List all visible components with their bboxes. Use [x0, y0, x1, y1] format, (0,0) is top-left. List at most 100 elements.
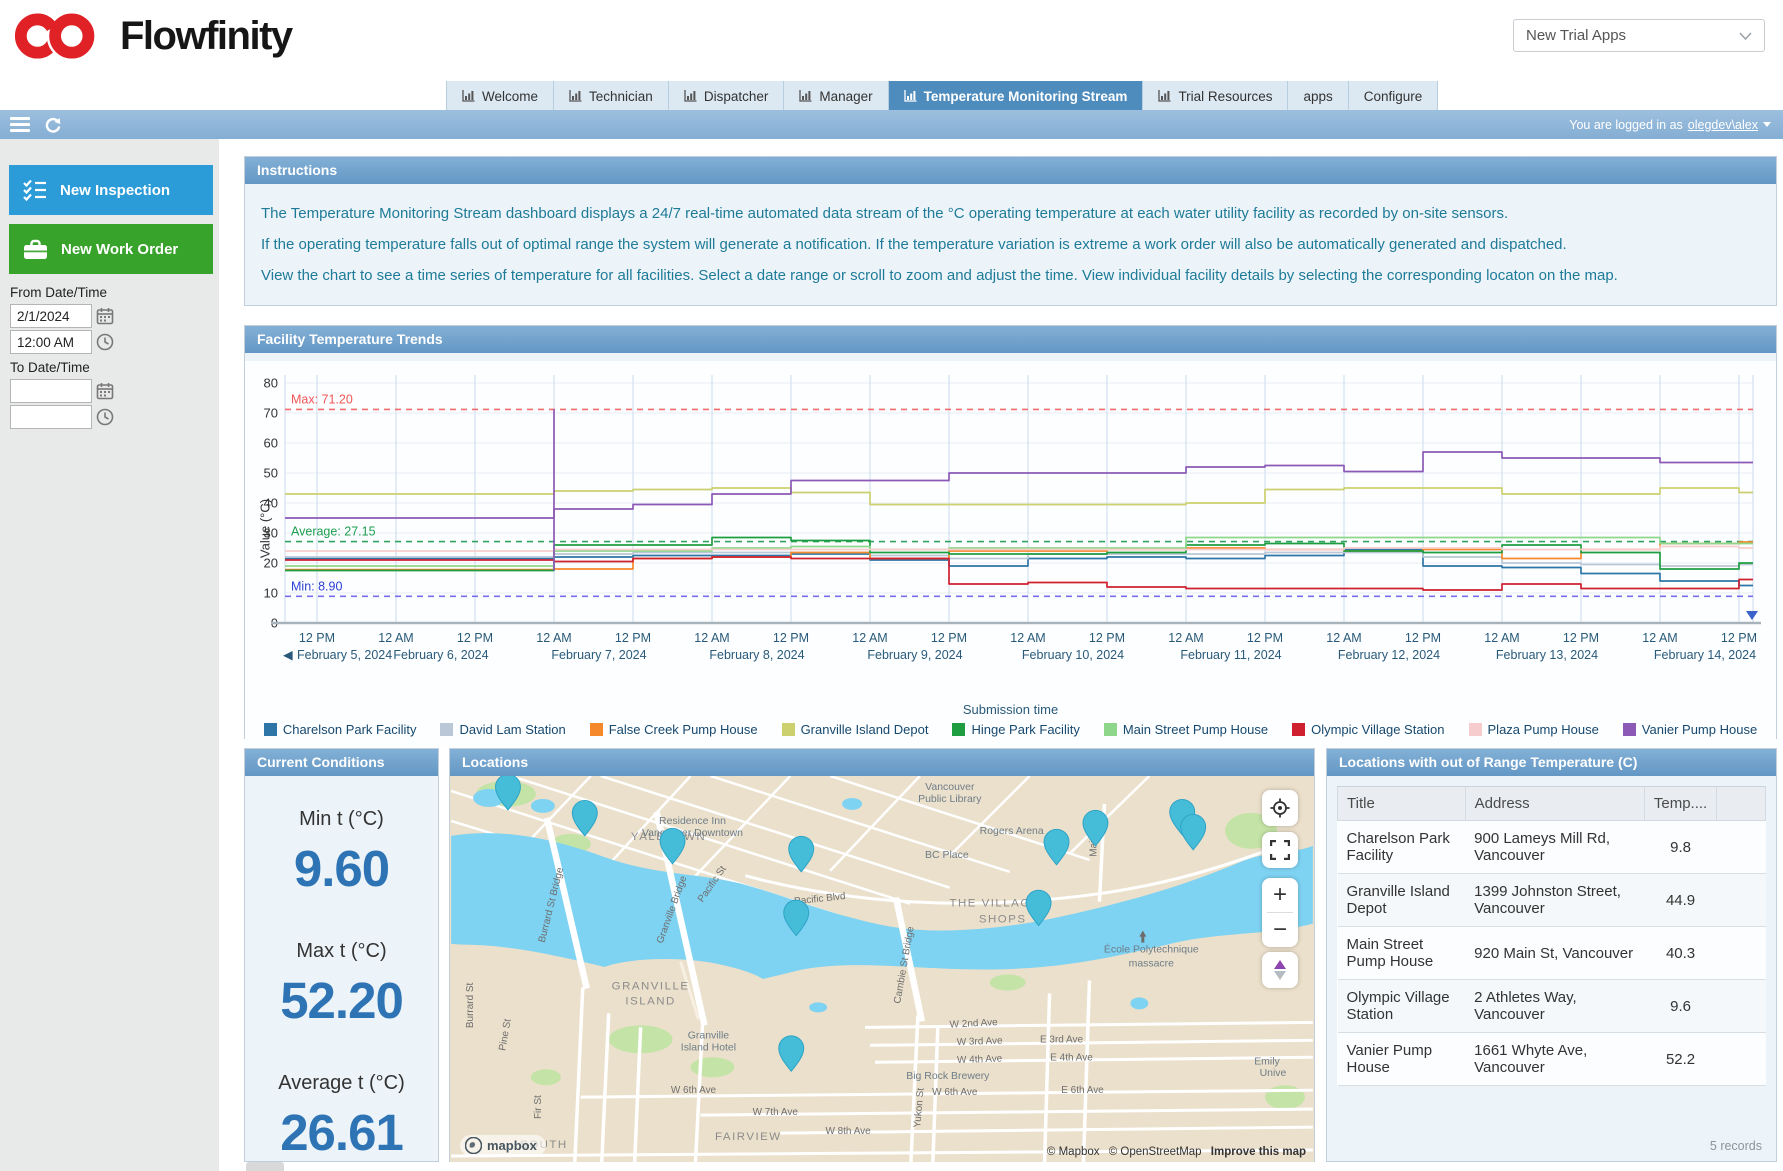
map-poi-label: Big Rock Brewery	[906, 1071, 990, 1082]
legend-item-david-lam-station[interactable]: David Lam Station	[440, 722, 565, 737]
tab-manager[interactable]: Manager	[784, 81, 888, 111]
series-charelson-park-facility[interactable]	[285, 550, 1753, 586]
legend-item-charelson-park-facility[interactable]: Charelson Park Facility	[264, 722, 417, 737]
legend-item-granville-island-depot[interactable]: Granville Island Depot	[782, 722, 929, 737]
tab-technician[interactable]: Technician	[554, 81, 669, 111]
svg-text:12 AM: 12 AM	[852, 631, 887, 645]
tab-configure[interactable]: Configure	[1349, 81, 1439, 111]
new-inspection-label: New Inspection	[60, 182, 170, 199]
map-poi-label: Emily	[1254, 1056, 1280, 1067]
sidebar: New Inspection New Work Order From Date/…	[0, 139, 219, 1171]
table-row[interactable]: Charelson Park Facility900 Lameys Mill R…	[1338, 821, 1766, 874]
legend-item-plaza-pump-house[interactable]: Plaza Pump House	[1469, 722, 1599, 737]
current-conditions-body: Min t (°C)9.60Max t (°C)52.20Average t (…	[245, 776, 438, 1162]
legend-item-main-street-pump-house[interactable]: Main Street Pump House	[1104, 722, 1268, 737]
legend-item-olympic-village-station[interactable]: Olympic Village Station	[1292, 722, 1444, 737]
cell-address: 900 Lameys Mill Rd, Vancouver	[1465, 821, 1644, 874]
tab-apps[interactable]: apps	[1288, 81, 1348, 111]
tab-strip: WelcomeTechnician Dispatcher ManagerTemper…	[446, 81, 1438, 111]
legend-item-false-creek-pump-house[interactable]: False Creek Pump House	[590, 722, 758, 737]
tab-temperature-monitoring-stream[interactable]: Temperature Monitoring Stream	[889, 81, 1144, 111]
zoom-out-button[interactable]: −	[1262, 913, 1298, 947]
svg-text:Min: 8.90: Min: 8.90	[291, 579, 342, 593]
instruction-paragraph: If the operating temperature falls out o…	[261, 236, 1760, 253]
svg-text:12 AM: 12 AM	[1484, 631, 1519, 645]
table-row[interactable]: Granville Island Depot1399 Johnston Stre…	[1338, 874, 1766, 927]
clock-icon[interactable]	[96, 333, 114, 351]
bar-chart-icon	[799, 90, 812, 102]
fullscreen-button[interactable]	[1262, 832, 1298, 868]
calendar-icon[interactable]	[96, 307, 114, 325]
map-poi-label: Vancouver	[925, 782, 975, 793]
compass-north-icon	[1274, 960, 1286, 969]
map-poi-label: Island Hotel	[681, 1042, 736, 1053]
legend-item-hinge-park-facility[interactable]: Hinge Park Facility	[952, 722, 1079, 737]
clock-icon[interactable]	[96, 408, 114, 426]
cell-title: Main Street Pump House	[1338, 927, 1466, 980]
cell-temp: 52.2	[1644, 1033, 1716, 1086]
tab-welcome[interactable]: Welcome	[446, 81, 554, 111]
tab-dispatcher[interactable]: Dispatcher	[669, 81, 785, 111]
svg-text:Max: 71.20: Max: 71.20	[291, 392, 353, 406]
to-time-input[interactable]	[10, 405, 92, 429]
mapbox-attribution-link[interactable]: © Mapbox	[1047, 1146, 1100, 1158]
legend-item-vanier-pump-house[interactable]: Vanier Pump House	[1623, 722, 1757, 737]
svg-text:February 9, 2024: February 9, 2024	[867, 648, 962, 662]
series-granville-island-depot[interactable]	[285, 488, 1753, 505]
legend-label: Olympic Village Station	[1311, 722, 1444, 737]
osm-attribution-link[interactable]: © OpenStreetMap	[1109, 1146, 1202, 1158]
refresh-icon[interactable]	[44, 116, 62, 134]
svg-text:70: 70	[264, 406, 278, 421]
chart-panel-header: Facility Temperature Trends	[245, 326, 1776, 353]
cell-address: 1661 Whyte Ave, Vancouver	[1465, 1033, 1644, 1086]
improve-map-link[interactable]: Improve this map	[1211, 1146, 1306, 1158]
series-vanier-pump-house[interactable]	[285, 452, 1753, 518]
series-olympic-village-station[interactable]	[285, 557, 1753, 590]
column-header-temp[interactable]: Temp....	[1644, 787, 1716, 821]
scrollbar-sliver[interactable]	[246, 1162, 284, 1171]
new-inspection-button[interactable]: New Inspection	[9, 165, 213, 215]
table-row[interactable]: Vanier Pump House1661 Whyte Ave, Vancouv…	[1338, 1033, 1766, 1086]
calendar-icon[interactable]	[96, 382, 114, 400]
svg-text:12 PM: 12 PM	[931, 631, 967, 645]
map-area-label: FAIRVIEW	[715, 1131, 782, 1143]
temperature-chart[interactable]: Value (°C) 01020304050607080Max: 71.20Av…	[245, 361, 1776, 747]
to-date-input[interactable]	[10, 379, 92, 403]
cell-blank	[1717, 980, 1766, 1033]
table-row[interactable]: Main Street Pump House920 Main St, Vanco…	[1338, 927, 1766, 980]
map-image[interactable]: YALETOWNGRANVILLEISLANDTHE VILLAGESHOPSF…	[450, 776, 1314, 1162]
svg-text:12 AM: 12 AM	[1010, 631, 1045, 645]
bar-chart-icon	[904, 90, 917, 102]
map-canvas[interactable]: YALETOWNGRANVILLEISLANDTHE VILLAGESHOPSF…	[450, 776, 1314, 1162]
tab-label: Trial Resources	[1178, 89, 1272, 104]
compass-button[interactable]	[1262, 952, 1298, 988]
stat-label: Max t (°C)	[245, 940, 438, 963]
legend-swatch	[1104, 723, 1117, 736]
column-header-title[interactable]: Title	[1338, 787, 1466, 821]
zoom-in-button[interactable]: +	[1262, 878, 1298, 912]
cell-temp: 9.6	[1644, 980, 1716, 1033]
geolocate-button[interactable]	[1262, 790, 1298, 826]
map-street-label: W 4th Ave	[957, 1053, 1003, 1066]
map-street-label: Fir St	[533, 1095, 544, 1119]
username-link[interactable]: olegdev\alex	[1688, 118, 1758, 132]
new-work-order-button[interactable]: New Work Order	[9, 224, 213, 274]
map-poi-label: Unive	[1260, 1068, 1287, 1079]
app-selector-dropdown[interactable]: New Trial Apps	[1513, 19, 1765, 52]
from-date-input[interactable]	[10, 304, 92, 328]
tab-trial-resources[interactable]: Trial Resources	[1143, 81, 1288, 111]
table-row[interactable]: Olympic Village Station2 Athletes Way, V…	[1338, 980, 1766, 1033]
chart-plot-area[interactable]: 01020304050607080Max: 71.20Average: 27.1…	[245, 361, 1776, 673]
column-header-blank[interactable]	[1717, 787, 1766, 821]
bar-chart-icon	[569, 90, 582, 102]
menu-icon[interactable]	[10, 117, 30, 132]
svg-text:February 14, 2024: February 14, 2024	[1654, 648, 1756, 662]
user-menu-caret-icon[interactable]	[1763, 122, 1771, 127]
svg-text:12 AM: 12 AM	[1642, 631, 1677, 645]
cell-temp: 9.8	[1644, 821, 1716, 874]
instructions-header: Instructions	[245, 157, 1776, 184]
from-time-input[interactable]	[10, 330, 92, 354]
tab-label: Dispatcher	[704, 89, 769, 104]
column-header-address[interactable]: Address	[1465, 787, 1644, 821]
map-street-label: W 8th Ave	[825, 1126, 871, 1137]
